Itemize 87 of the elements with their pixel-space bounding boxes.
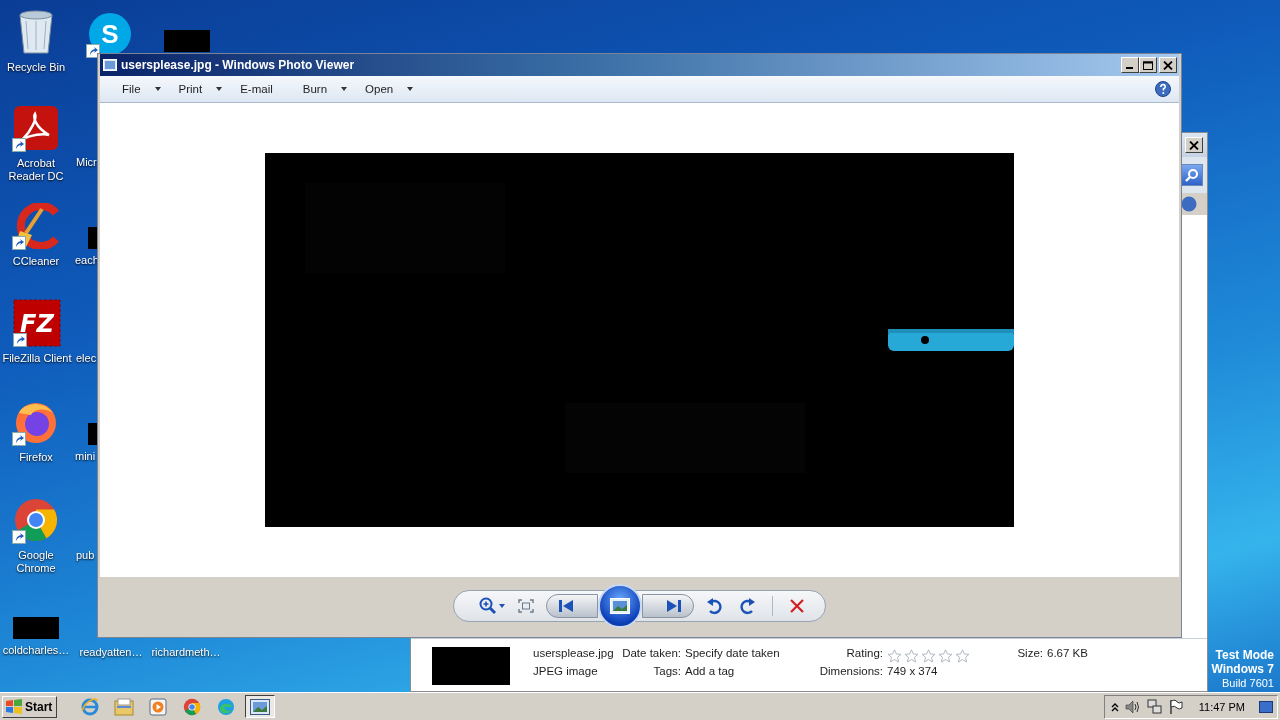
- close-icon: [1163, 60, 1173, 70]
- field-label: Size:: [1016, 647, 1043, 661]
- caret-icon: [341, 87, 348, 91]
- chrome-icon: [13, 497, 59, 543]
- maximize-icon: [1143, 60, 1153, 70]
- tray-button[interactable]: [1110, 701, 1119, 712]
- skip-back-icon: [559, 600, 573, 612]
- ie-icon: [80, 696, 101, 717]
- desktop-icon-label[interactable]: Firefox: [19, 451, 53, 464]
- desktop-icon-label[interactable]: readyatten…: [79, 646, 143, 659]
- search-button[interactable]: [1181, 164, 1203, 186]
- caret-icon: [407, 87, 414, 91]
- field-label: Dimensions:: [819, 665, 883, 679]
- menu-button[interactable]: E-mail: [232, 78, 295, 100]
- help-icon[interactable]: [1155, 81, 1171, 97]
- tray-button[interactable]: [1124, 699, 1141, 714]
- filezilla-icon: FZ: [13, 299, 61, 347]
- field-value: 6.67 KB: [1047, 647, 1089, 661]
- file-name: usersplease.jpg: [533, 647, 615, 661]
- magnifier-icon: [479, 597, 497, 615]
- desktop-icon-label[interactable]: pub: [76, 549, 95, 562]
- os-watermark-text: Test Mode: [1215, 648, 1274, 662]
- field-value[interactable]: Add a tag: [685, 665, 815, 683]
- pdf-icon: [13, 105, 59, 151]
- star-icon: [938, 649, 953, 663]
- next-button[interactable]: [642, 594, 694, 618]
- desktop-icon-label[interactable]: Google Chrome: [0, 549, 73, 575]
- windows-logo-icon: [5, 698, 23, 715]
- os-watermark-text: Build 7601: [1222, 676, 1274, 690]
- menu-button[interactable]: File: [114, 78, 171, 100]
- taskbar-button[interactable]: [245, 695, 276, 718]
- picture-frame-icon: [610, 598, 630, 614]
- field-label: Rating:: [845, 647, 883, 661]
- close-button[interactable]: [1159, 57, 1177, 73]
- desktop-icon-label[interactable]: mini: [75, 450, 96, 463]
- redacted-icon: [13, 617, 59, 639]
- field-value: 749 x 374: [887, 665, 939, 679]
- desktop-icon-label[interactable]: Recycle Bin: [6, 61, 66, 74]
- edge-icon: [217, 697, 236, 716]
- menu-button[interactable]: Open: [357, 78, 424, 100]
- desktop-icon-label[interactable]: Micr: [76, 156, 97, 169]
- media-player-icon: [149, 697, 168, 716]
- network-icon: [1146, 698, 1163, 715]
- star-icon: [921, 649, 936, 663]
- trash-can-icon: [16, 9, 56, 55]
- field-value[interactable]: Specify date taken: [685, 647, 815, 665]
- desktop-icon-label[interactable]: Acrobat Reader DC: [0, 157, 73, 183]
- minimize-button[interactable]: [1121, 57, 1139, 73]
- chevron-up-icon: [1110, 701, 1119, 712]
- star-icon: [904, 649, 919, 663]
- speaker-icon: [1124, 699, 1141, 714]
- desktop-icon-label[interactable]: FileZilla Client: [2, 352, 72, 365]
- caret-icon: [499, 604, 505, 608]
- star-icon: [887, 649, 902, 663]
- folder-icon: [114, 697, 135, 716]
- close-icon: [1189, 140, 1199, 150]
- maximize-button[interactable]: [1139, 57, 1157, 73]
- chrome-icon: [183, 697, 202, 716]
- caret-icon: [216, 87, 223, 91]
- file-type: JPEG image: [533, 665, 599, 679]
- clock[interactable]: 11:47 PM: [1198, 700, 1245, 713]
- flag-icon: [1168, 698, 1183, 715]
- skip-forward-icon: [667, 600, 681, 612]
- fit-frame-icon: [518, 599, 534, 613]
- search-icon: [1185, 168, 1199, 182]
- menu-button[interactable]: Print: [170, 78, 233, 100]
- desktop-icon-label[interactable]: elec: [76, 352, 97, 365]
- previous-button[interactable]: [546, 594, 598, 618]
- os-watermark-text: Windows 7: [1211, 662, 1274, 676]
- app-icon: [103, 59, 117, 71]
- close-button[interactable]: [1185, 137, 1203, 153]
- tray-button[interactable]: [1168, 698, 1183, 715]
- field-label: Date taken:: [621, 647, 681, 661]
- star-icon: [955, 649, 970, 663]
- caret-icon: [154, 87, 161, 91]
- start-button[interactable]: Start: [2, 695, 58, 718]
- field-label: Tags:: [652, 665, 681, 679]
- show-desktop-icon[interactable]: [1259, 700, 1273, 713]
- slideshow-button[interactable]: [598, 584, 642, 628]
- window-title: usersplease.jpg - Windows Photo Viewer: [121, 58, 356, 72]
- close-x-icon: [790, 599, 804, 613]
- picture-frame-icon: [250, 698, 271, 715]
- desktop-icon-label[interactable]: CCleaner: [12, 255, 60, 268]
- rotate-left-icon: [706, 597, 722, 615]
- desktop-icon-label[interactable]: coldcharles…: [2, 644, 70, 657]
- menu-button[interactable]: Burn: [294, 78, 358, 100]
- rotate-right-icon: [740, 597, 756, 615]
